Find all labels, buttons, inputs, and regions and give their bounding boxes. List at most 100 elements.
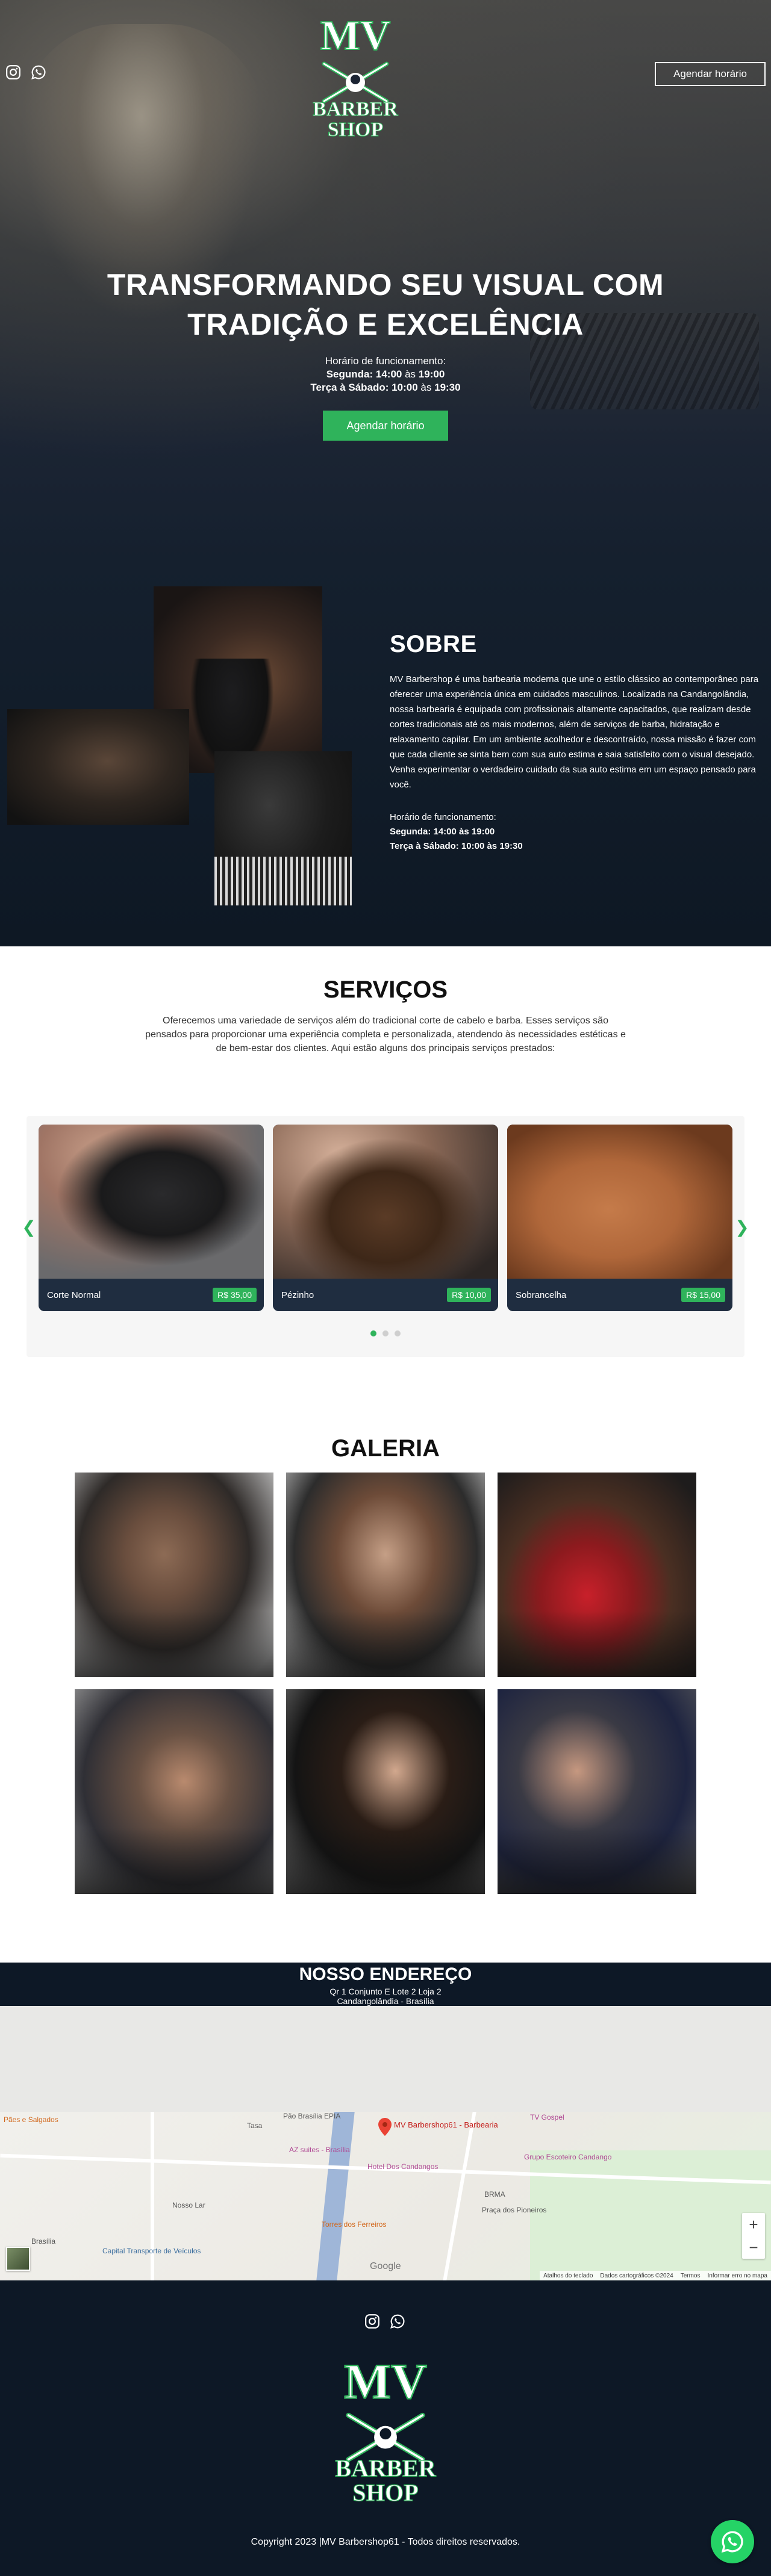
services-title: SERVIÇOS [323,976,448,1003]
carousel-prev-arrow[interactable]: ❮ [22,1218,36,1237]
map-zoom-out-button[interactable]: − [742,2236,765,2259]
svg-text:SHOP: SHOP [328,119,384,141]
map-terms-link[interactable]: Termos [681,2273,701,2279]
service-name: Sobrancelha [516,1290,567,1300]
hero-title-line1: TRANSFORMANDO SEU VISUAL COM [107,268,664,302]
hero-schedule-button[interactable]: Agendar horário [323,411,448,441]
copyright-text: Copyright 2023 |MV Barbershop61 - Todos … [251,2537,520,2547]
svg-text:SHOP: SHOP [352,2479,418,2506]
service-card-image [273,1125,498,1279]
svg-text:BARBER: BARBER [313,98,398,120]
map-road [151,2112,154,2280]
about-title: SOBRE [390,631,477,657]
map-label: TV Gospel [530,2113,564,2121]
whatsapp-icon[interactable] [30,64,47,81]
map-label: Praça dos Pioneiros [482,2206,547,2214]
service-price-badge: R$ 10,00 [447,1288,491,1302]
page: MV BARBER SHOP Agendar horário TRANSFORM… [0,0,771,2576]
map-label: Capital Transporte de Veículos [102,2247,201,2255]
instagram-icon[interactable] [364,2313,381,2330]
map-label: BRMA [484,2190,505,2199]
header-social-links [5,64,47,81]
map-label: Brasília [31,2237,56,2245]
hero-title-line2: TRADIÇÃO E EXCELÊNCIA [187,308,584,341]
gallery-section: GALERIA [0,1368,771,1963]
about-photo-client-chair [214,751,352,905]
carousel-next-arrow[interactable]: ❯ [735,1218,749,1237]
about-photo-haircut [7,709,189,825]
about-hours-line2: Terça à Sábado: 10:00 às 19:30 [390,841,523,851]
gallery-photo[interactable] [286,1473,485,1677]
carousel-dot-3[interactable] [395,1330,401,1336]
footer-social-links [364,2313,406,2330]
map-attribution: Atalhos do teclado Dados cartográficos ©… [540,2271,771,2280]
service-card[interactable]: Sobrancelha R$ 15,00 [507,1125,732,1311]
carousel-pagination [27,1330,744,1336]
hero-hours-heading: Horário de funcionamento: [325,355,446,367]
services-section: SERVIÇOS Oferecemos uma variedade de ser… [0,946,771,1368]
service-name: Corte Normal [47,1290,101,1300]
map-data-credit: Dados cartográficos ©2024 [600,2272,673,2279]
gallery-grid [75,1473,696,1894]
service-name: Pézinho [281,1290,314,1300]
instagram-icon[interactable] [5,64,22,81]
service-card-footer: Sobrancelha R$ 15,00 [507,1279,732,1311]
map-label: Tasa [247,2121,263,2130]
map-satellite-toggle[interactable] [6,2247,30,2271]
hero-hours-line2: Terça à Sábado: 10:00 às 19:30 [310,382,461,393]
gallery-photo[interactable] [498,1689,696,1894]
header-schedule-button[interactable]: Agendar horário [655,62,766,86]
map-label: Grupo Escoteiro Candango [524,2153,612,2161]
services-intro: Oferecemos uma variedade de serviços alé… [145,1016,626,1054]
address-line1: Qr 1 Conjunto E Lote 2 Loja 2 [329,1987,442,1996]
address-line2: Candangolândia - Brasília [337,1996,434,2006]
hero-title: TRANSFORMANDO SEU VISUAL COM TRADIÇÃO E … [84,265,687,344]
svg-text:MV: MV [320,13,391,59]
hero-hours-line1: Segunda: 14:00 às 19:00 [326,368,445,380]
about-section: SOBRE MV Barbershop é uma barbearia mode… [0,560,771,946]
service-card[interactable]: Corte Normal R$ 35,00 [39,1125,264,1311]
whatsapp-icon [721,2531,743,2553]
carousel-dot-2[interactable] [382,1330,389,1336]
map-pin-icon[interactable] [378,2118,392,2136]
embedded-map[interactable]: MV Barbershop61 - Barbearia Pães e Salga… [0,2006,771,2280]
gallery-photo[interactable] [75,1689,273,1894]
about-opening-hours: Horário de funcionamento: Segunda: 14:00… [390,810,763,854]
svg-text:BARBER: BARBER [335,2455,436,2482]
hero-opening-hours: Horário de funcionamento: Segunda: 14:00… [205,355,566,394]
service-card[interactable]: Pézinho R$ 10,00 [273,1125,498,1311]
map-label: Nosso Lar [172,2201,205,2209]
about-hours-line1: Segunda: 14:00 às 19:00 [390,827,495,837]
gallery-photo[interactable] [75,1473,273,1677]
service-card-image [39,1125,264,1279]
map-zoom-in-button[interactable]: + [742,2213,765,2236]
whatsapp-icon[interactable] [389,2313,406,2330]
gallery-title: GALERIA [331,1435,440,1462]
whatsapp-floating-button[interactable] [711,2520,754,2563]
map-label: Pães e Salgados [4,2115,58,2124]
map-keyboard-shortcuts-link[interactable]: Atalhos do teclado [543,2273,593,2279]
hero-section: MV BARBER SHOP Agendar horário TRANSFORM… [0,0,771,560]
address-section: NOSSO ENDEREÇO Qr 1 Conjunto E Lote 2 Lo… [0,1963,771,2006]
carousel-dot-1[interactable] [370,1330,376,1336]
service-card-footer: Pézinho R$ 10,00 [273,1279,498,1311]
gallery-photo[interactable] [498,1473,696,1677]
footer-brand-logo: MV BARBER SHOP [319,2353,452,2509]
map-label: AZ suites - Brasília [289,2146,350,2154]
service-card-image [507,1125,732,1279]
service-price-badge: R$ 15,00 [681,1288,725,1302]
gallery-photo[interactable] [286,1689,485,1894]
map-park-area [530,2150,771,2280]
brand-logo[interactable]: MV BARBER SHOP [301,11,410,143]
map-label: Pão Brasília EPIA [283,2112,341,2120]
service-price-badge: R$ 35,00 [213,1288,257,1302]
about-text: MV Barbershop é uma barbearia moderna qu… [390,674,759,790]
svg-text:MV: MV [344,2354,427,2409]
map-label: Torres dos Ferreiros [322,2220,387,2229]
map-zoom-controls: + − [742,2213,765,2259]
map-label: Hotel Dos Candangos [367,2162,439,2171]
map-report-error-link[interactable]: Informar erro no mapa [708,2273,768,2279]
about-hours-heading: Horário de funcionamento: [390,812,496,822]
map-pin-label[interactable]: MV Barbershop61 - Barbearia [394,2120,498,2129]
service-card-footer: Corte Normal R$ 35,00 [39,1279,264,1311]
